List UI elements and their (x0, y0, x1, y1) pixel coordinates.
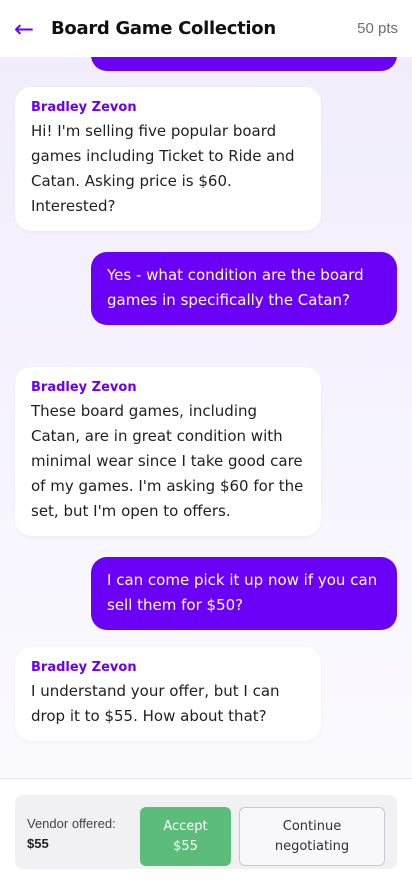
vendor-message-bubble: Bradley Zevon These board games, includi… (15, 367, 321, 536)
accept-label: Accept (163, 818, 208, 834)
message-text: These board games, including Catan, are … (31, 402, 304, 520)
page-title: Board Game Collection (51, 18, 276, 39)
negotiating-label: negotiating (274, 838, 350, 854)
chat-thread[interactable]: Bradley Zevon Hi! I'm selling five popul… (0, 57, 412, 779)
message-text: I can come pick it up now if you can sel… (107, 571, 378, 614)
points-badge: 50 pts (357, 20, 398, 37)
continue-negotiating-button[interactable]: Continue negotiating (239, 807, 385, 866)
vendor-message-bubble: Bradley Zevon Hi! I'm selling five popul… (15, 87, 321, 231)
vendor-message-bubble: Bradley Zevon I understand your offer, b… (15, 647, 321, 741)
offer-amount: $55 (27, 836, 49, 851)
offer-panel: Vendor offered: $55 Accept $55 Continue … (15, 795, 397, 869)
sender-name: Bradley Zevon (31, 660, 137, 675)
message-text: Yes - what condition are the board games… (107, 266, 364, 309)
accept-amount: $55 (173, 838, 198, 854)
offer-label: Vendor offered: (27, 816, 116, 831)
back-arrow-icon[interactable]: ← (14, 17, 40, 41)
my-message-bubble (91, 57, 397, 71)
message-text: Hi! I'm selling five popular board games… (31, 122, 295, 215)
message-text: I understand your offer, but I can drop … (31, 682, 280, 725)
app-header: ← Board Game Collection 50 pts (0, 0, 412, 57)
sender-name: Bradley Zevon (31, 100, 137, 115)
continue-label: Continue (282, 818, 342, 834)
sender-name: Bradley Zevon (31, 380, 137, 395)
accept-button[interactable]: Accept $55 (140, 807, 231, 866)
my-message-bubble: Yes - what condition are the board games… (91, 252, 397, 325)
my-message-bubble: I can come pick it up now if you can sel… (91, 557, 397, 630)
offer-bar: Vendor offered: $55 Accept $55 Continue … (0, 779, 412, 894)
